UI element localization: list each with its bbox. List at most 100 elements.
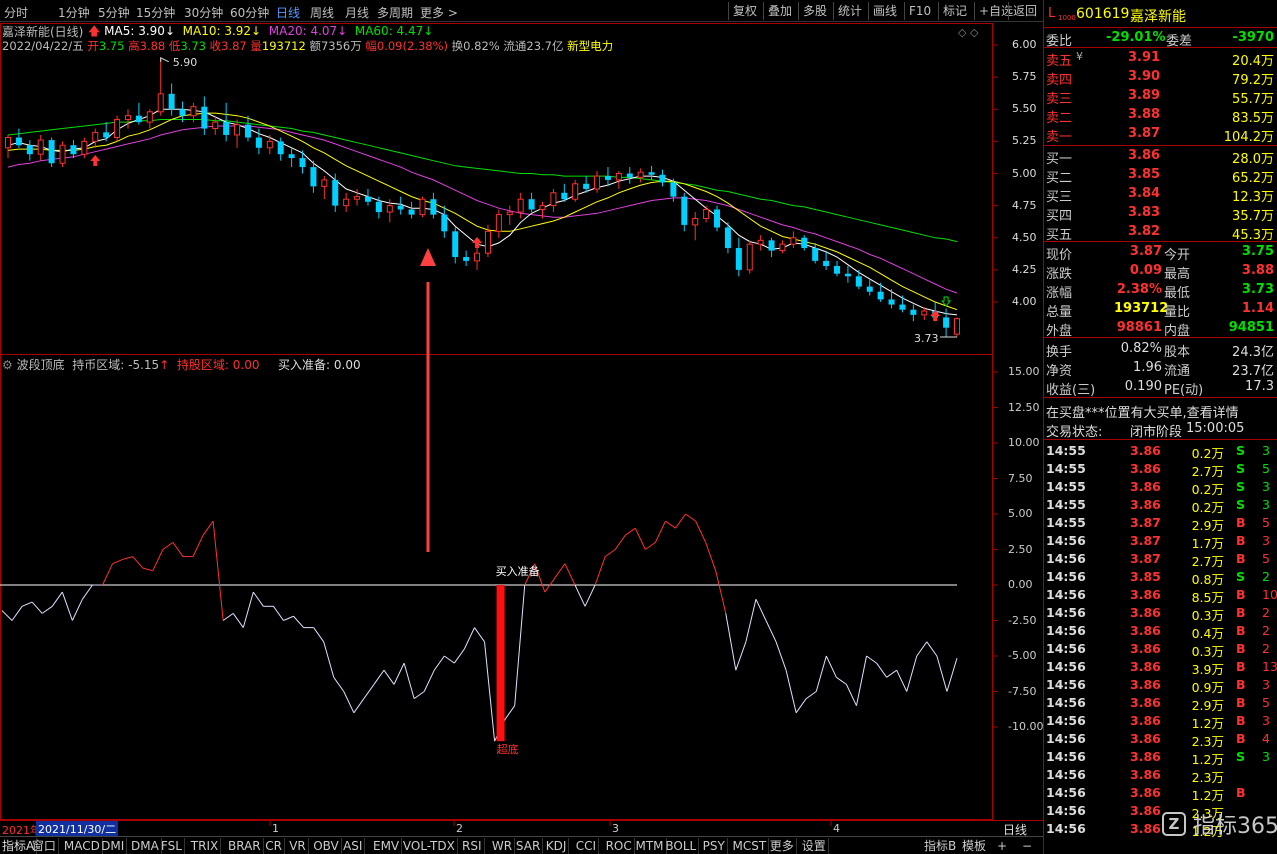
bid-price: 3.85 [1128, 167, 1161, 182]
indicator-tab-15[interactable]: WR [490, 838, 516, 854]
tick-count: 3 [1262, 677, 1270, 692]
quote-panel: L 1000 601619 嘉泽新能 委比 -29.01% 委差 -3970 卖… [1043, 0, 1277, 854]
indicator-tab-3[interactable]: DMI [99, 838, 128, 854]
bid-price: 3.84 [1128, 186, 1161, 201]
tick-time: 14:55 [1046, 479, 1086, 494]
indicator-axis-label: 15.00 [1008, 365, 1040, 378]
indicator-tab-13[interactable]: VOL-TDX [401, 838, 458, 854]
indicator-tab-24[interactable]: 更多 [768, 838, 797, 854]
indicator-tab-12[interactable]: EMV [371, 838, 403, 854]
indicator-tab-11[interactable]: ASI [341, 838, 366, 854]
fundamental-row: 换手 0.82% 股本 24.3亿 [1044, 340, 1277, 360]
tick-side: S [1236, 461, 1246, 476]
indicator-tab-4[interactable]: DMA [129, 838, 162, 854]
candle [779, 240, 786, 254]
indicator-segment [785, 670, 797, 713]
fund-value: 0.82% [1120, 341, 1162, 356]
tick-count: 5 [1262, 695, 1270, 710]
ask-label: 卖三 [1046, 92, 1073, 107]
indicator-tab-21[interactable]: BOLL [663, 838, 700, 854]
tick-count: 3 [1262, 749, 1270, 764]
indicator-segment [685, 513, 696, 522]
indicator-tab-14[interactable]: RSI [460, 838, 485, 854]
bid-row[interactable]: 买四 3.83 35.7万 [1044, 204, 1277, 224]
buy-arrow-icon [90, 155, 101, 166]
indicator-tab-2[interactable]: MACD [62, 838, 103, 854]
month-label: 3 [612, 822, 619, 835]
candle [310, 160, 317, 193]
ask-row[interactable]: 卖一 3.87 104.2万 [1044, 125, 1277, 145]
indicator-segment [51, 591, 63, 607]
month-label: 4 [833, 822, 840, 835]
tick-price: 3.87 [1130, 515, 1161, 530]
indicator-tab-17[interactable]: KDJ [544, 838, 570, 854]
notice-text[interactable]: 在买盘***位置有大买单,查看详情 [1046, 402, 1239, 421]
indicator-axis-label: -2.50 [1008, 613, 1037, 627]
indicator-segment [695, 520, 707, 543]
notice-row[interactable]: 在买盘***位置有大买单,查看详情 [1044, 401, 1277, 421]
bid-volume: 65.2万 [1232, 171, 1274, 186]
indicator-axis-label: 7.50 [1008, 471, 1033, 485]
indicator-tab-8[interactable]: CR [263, 838, 285, 854]
bottom-right-button-2[interactable]: + [995, 838, 1009, 854]
ask-row[interactable]: 卖四 3.90 79.2万 [1044, 68, 1277, 88]
price-axis-label: 4.50 [1012, 230, 1037, 244]
indicator-tab-6[interactable]: TRIX [189, 838, 222, 854]
indicator-segment [574, 584, 586, 607]
bottom-right-button-1[interactable]: 模板 [960, 838, 988, 854]
tick-row: 14:55 3.86 0.2万 S 3 [1044, 442, 1277, 461]
candle [135, 102, 142, 125]
indicator-tab-16[interactable]: SAR [514, 838, 544, 854]
arrow-head-icon [420, 248, 436, 266]
tick-count: 5 [1262, 515, 1270, 530]
bottom-right-button-3[interactable]: − [1020, 838, 1034, 854]
quote-value: 3.87 [1129, 244, 1162, 259]
watermark-logo: Z 指标365 [1162, 808, 1277, 848]
tick-row: 14:56 3.86 2.3万 B 4 [1044, 730, 1277, 749]
quote-row: 总量 193712 量比 1.14 [1044, 300, 1277, 320]
indicator-axis-label: 5.00 [1008, 507, 1033, 520]
bid-row[interactable]: 买三 3.84 12.3万 [1044, 185, 1277, 205]
indicator-tab-19[interactable]: ROC [604, 838, 635, 854]
chart-area[interactable]: 5.90 3.73 超底 买入准备 [0, 0, 1043, 836]
candle [615, 170, 622, 189]
ask-row[interactable]: 卖二 3.88 83.5万 [1044, 106, 1277, 126]
indicator-tab-5[interactable]: FSL [159, 838, 185, 854]
bid-row[interactable]: 买五 3.82 45.3万 [1044, 223, 1277, 243]
bid-row[interactable]: 买一 3.86 28.0万 [1044, 147, 1277, 167]
bid-volume: 12.3万 [1232, 190, 1274, 205]
indicator-segment [906, 655, 918, 692]
tick-price: 3.86 [1130, 605, 1161, 620]
candle [812, 242, 819, 264]
indicator-tab-7[interactable]: BRAR [226, 838, 264, 854]
indicator-segment [554, 563, 566, 579]
indicator-tab-1[interactable]: 窗口 [30, 838, 59, 854]
candle [703, 205, 710, 223]
ask-row[interactable]: 卖五 ¥3.91 20.4万 [1044, 49, 1277, 69]
tick-price: 3.86 [1130, 749, 1161, 764]
candle [244, 115, 251, 142]
indicator-tab-9[interactable]: VR [287, 838, 309, 854]
indicator-tab-22[interactable]: PSY [701, 838, 728, 854]
ask-row[interactable]: 卖三 3.89 55.7万 [1044, 87, 1277, 107]
bottom-right-button-0[interactable]: 指标B [922, 838, 958, 854]
candle [37, 134, 44, 161]
indicator-segment [393, 662, 405, 685]
indicator-tab-23[interactable]: MCST [731, 838, 770, 854]
indicator-segment [403, 662, 415, 699]
tick-price: 3.87 [1130, 533, 1161, 548]
ask-label: 卖四 [1046, 73, 1073, 88]
ask-volume: 20.4万 [1232, 54, 1274, 69]
indicator-segment [363, 684, 375, 699]
indicator-tab-20[interactable]: MTM [634, 838, 667, 854]
candle [823, 250, 830, 270]
indicator-tab-25[interactable]: 设置 [800, 838, 829, 854]
tick-price: 3.86 [1130, 731, 1161, 746]
bid-row[interactable]: 买二 3.85 65.2万 [1044, 166, 1277, 186]
indicator-segment [323, 641, 335, 678]
indicator-tab-10[interactable]: OBV [311, 838, 342, 854]
price-axis-label: 4.75 [1012, 198, 1037, 212]
candle [910, 304, 917, 322]
tick-count: 4 [1262, 731, 1270, 746]
indicator-tab-18[interactable]: CCI [574, 838, 599, 854]
